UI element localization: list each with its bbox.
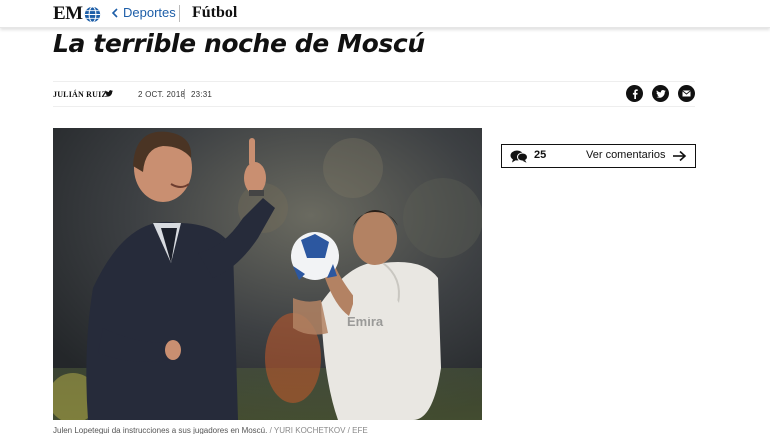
- chevron-left-icon: [111, 8, 118, 18]
- publish-time: 23:31: [191, 90, 213, 99]
- site-logo[interactable]: EM: [53, 4, 101, 24]
- email-icon: [682, 90, 691, 97]
- photo-caption: Julen Lopetegui da instrucciones a sus j…: [53, 426, 368, 434]
- date-time-divider: [184, 89, 185, 99]
- author-name[interactable]: JULIÁN RUIZ: [53, 90, 107, 99]
- byline-row: JULIÁN RUIZ 2 OCT. 2018 23:31: [53, 81, 695, 107]
- comments-button[interactable]: 25 Ver comentarios: [501, 144, 696, 168]
- publish-date: 2 OCT. 2018: [138, 90, 186, 99]
- article-photo: Emira: [53, 128, 482, 420]
- caption-text: Julen Lopetegui da instrucciones a sus j…: [53, 426, 268, 434]
- globe-icon: [84, 5, 100, 23]
- facebook-icon: [632, 88, 638, 99]
- breadcrumb-subsection[interactable]: Fútbol: [192, 3, 237, 23]
- twitter-icon: [655, 89, 666, 98]
- twitter-icon[interactable]: [105, 90, 113, 97]
- breadcrumb-section-link[interactable]: Deportes: [123, 5, 176, 21]
- photo-illustration: Emira: [53, 128, 482, 420]
- share-buttons: [626, 85, 695, 102]
- article-title: La terrible noche de Moscú: [53, 29, 425, 58]
- arrow-right-icon: [673, 150, 687, 162]
- comments-count: 25: [534, 149, 547, 161]
- comments-link-label: Ver comentarios: [586, 149, 666, 161]
- share-email-button[interactable]: [678, 85, 695, 102]
- photo-credit: / YURI KOCHETKOV / EFE: [269, 426, 368, 434]
- top-navigation-bar: EM Deportes Fútbol: [0, 0, 770, 28]
- share-twitter-button[interactable]: [652, 85, 669, 102]
- share-facebook-button[interactable]: [626, 85, 643, 102]
- breadcrumb-divider: [179, 5, 180, 22]
- logo-wordmark: EM: [53, 3, 83, 24]
- comments-icon: [510, 150, 528, 163]
